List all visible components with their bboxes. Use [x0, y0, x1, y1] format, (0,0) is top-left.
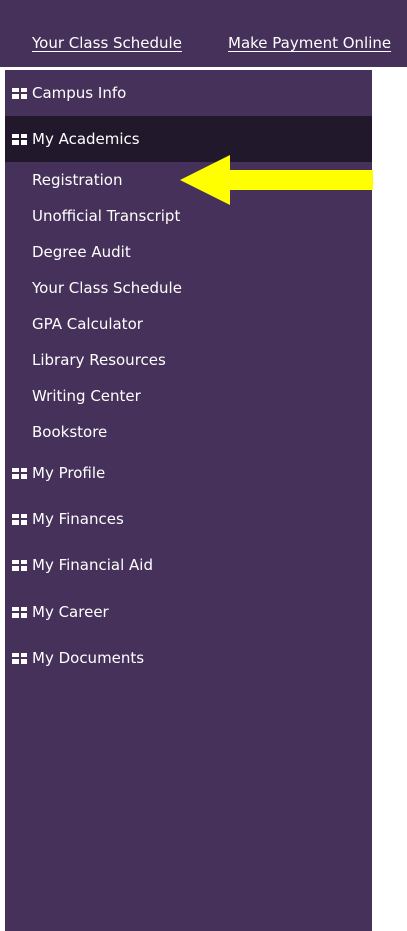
make-payment-online-link[interactable]: Make Payment Online: [228, 34, 391, 52]
sidebar-section-label: My Finances: [32, 510, 124, 528]
grid-icon: [12, 513, 27, 525]
sidebar-section-label: My Career: [32, 603, 109, 621]
yellow-arrow-annotation: [180, 155, 373, 205]
sidebar-section-my-career[interactable]: My Career: [5, 589, 372, 635]
sidebar-section-label: My Financial Aid: [32, 556, 153, 574]
sidebar-item-degree-audit[interactable]: Degree Audit: [32, 242, 131, 262]
grid-icon: [12, 467, 27, 479]
sidebar-item-registration[interactable]: Registration: [32, 170, 122, 190]
sidebar-section-label: Campus Info: [32, 84, 127, 102]
grid-icon: [12, 559, 27, 571]
sidebar-section-label: My Documents: [32, 649, 145, 667]
sidebar-section-my-finances[interactable]: My Finances: [5, 496, 372, 542]
sidebar-section-label: My Profile: [32, 464, 106, 482]
sidebar-item-gpa-calculator[interactable]: GPA Calculator: [32, 314, 143, 334]
top-nav-bar: Your Class Schedule Make Payment Online: [0, 0, 407, 67]
sidebar-item-bookstore[interactable]: Bookstore: [32, 422, 107, 442]
grid-icon: [12, 652, 27, 664]
sidebar-section-campus-info[interactable]: Campus Info: [5, 70, 372, 116]
sidebar-section-my-documents[interactable]: My Documents: [5, 635, 372, 681]
sidebar-section-my-profile[interactable]: My Profile: [5, 450, 372, 496]
sidebar-item-your-class-schedule[interactable]: Your Class Schedule: [32, 278, 182, 298]
grid-icon: [12, 606, 27, 618]
sidebar-item-unofficial-transcript[interactable]: Unofficial Transcript: [32, 206, 180, 226]
sidebar-item-library-resources[interactable]: Library Resources: [32, 350, 166, 370]
your-class-schedule-link[interactable]: Your Class Schedule: [32, 34, 182, 52]
grid-icon: [12, 133, 27, 145]
sidebar-section-my-financial-aid[interactable]: My Financial Aid: [5, 542, 372, 588]
grid-icon: [12, 87, 27, 99]
sidebar-section-label: My Academics: [32, 130, 140, 148]
sidebar-item-writing-center[interactable]: Writing Center: [32, 386, 141, 406]
